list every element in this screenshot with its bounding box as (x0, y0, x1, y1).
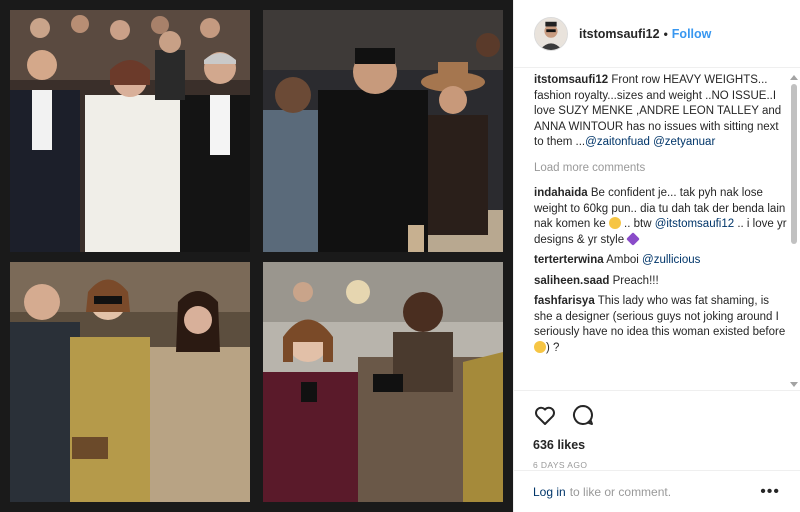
caption-mention-2[interactable]: @zetyanuar (653, 136, 715, 148)
caption-username[interactable]: itstomsaufi12 (534, 74, 608, 86)
comment-text: .. btw (624, 218, 652, 230)
comment-username[interactable]: indahaida (534, 187, 588, 199)
list-item: fashfarisya This lady who was fat shamin… (534, 294, 789, 356)
comment-text: Amboi (606, 254, 639, 266)
post-timestamp[interactable]: 6 DAYS AGO (533, 460, 780, 470)
scroll-up-arrow-icon[interactable] (790, 75, 798, 80)
post-actions: 636 likes 6 DAYS AGO (513, 390, 800, 470)
comment-bubble-icon[interactable] (571, 403, 595, 427)
load-more-comments-button[interactable]: Load more comments (534, 161, 789, 177)
list-item: indahaida Be confident je... tak pyh nak… (534, 186, 789, 248)
caption: itstomsaufi12 Front row HEAVY WEIGHTS...… (534, 73, 789, 151)
post-header: itstomsaufi12 • Follow (514, 0, 800, 68)
header-username[interactable]: itstomsaufi12 (579, 27, 660, 41)
comment-text: Preach!!! (612, 274, 659, 287)
photo-tile-2 (263, 10, 503, 252)
avatar[interactable] (534, 16, 568, 51)
more-options-button[interactable]: ••• (760, 483, 780, 499)
login-footer: Log in to like or comment. ••• (513, 470, 800, 512)
comments-list: itstomsaufi12 Front row HEAVY WEIGHTS...… (534, 73, 789, 387)
follow-button[interactable]: Follow (672, 27, 712, 41)
likes-count[interactable]: 636 likes (533, 438, 780, 452)
comment-username[interactable]: terterterwina (534, 254, 604, 266)
purple-heart-emoji-icon (626, 231, 641, 246)
list-item: terterterwina Amboi @zullicious (534, 253, 789, 269)
comment-username[interactable]: saliheen.saad (534, 275, 609, 287)
photo-tile-4 (263, 262, 503, 502)
comment-mention[interactable]: @zullicious (642, 254, 700, 266)
list-item: saliheen.saad Preach!!! (534, 274, 789, 290)
caption-mention-1[interactable]: @zaitonfuad (585, 136, 650, 148)
scroll-down-arrow-icon[interactable] (790, 382, 798, 387)
sad-face-emoji-icon (608, 217, 621, 229)
comment-username[interactable]: fashfarisya (534, 295, 595, 307)
comment-text: ) ? (546, 341, 560, 354)
heart-outline-icon[interactable] (533, 403, 557, 427)
post-image[interactable] (0, 0, 513, 512)
comments-scrollbar[interactable] (790, 75, 798, 387)
crying-face-emoji-icon (534, 340, 546, 353)
header-separator: • (663, 26, 668, 41)
photo-tile-3 (10, 262, 250, 502)
login-prompt-text: to like or comment. (569, 484, 672, 499)
login-link[interactable]: Log in (533, 485, 566, 499)
comment-mention[interactable]: @itstomsaufi12 (655, 218, 734, 230)
scrollbar-thumb[interactable] (791, 84, 797, 244)
photo-tile-1 (10, 10, 250, 252)
